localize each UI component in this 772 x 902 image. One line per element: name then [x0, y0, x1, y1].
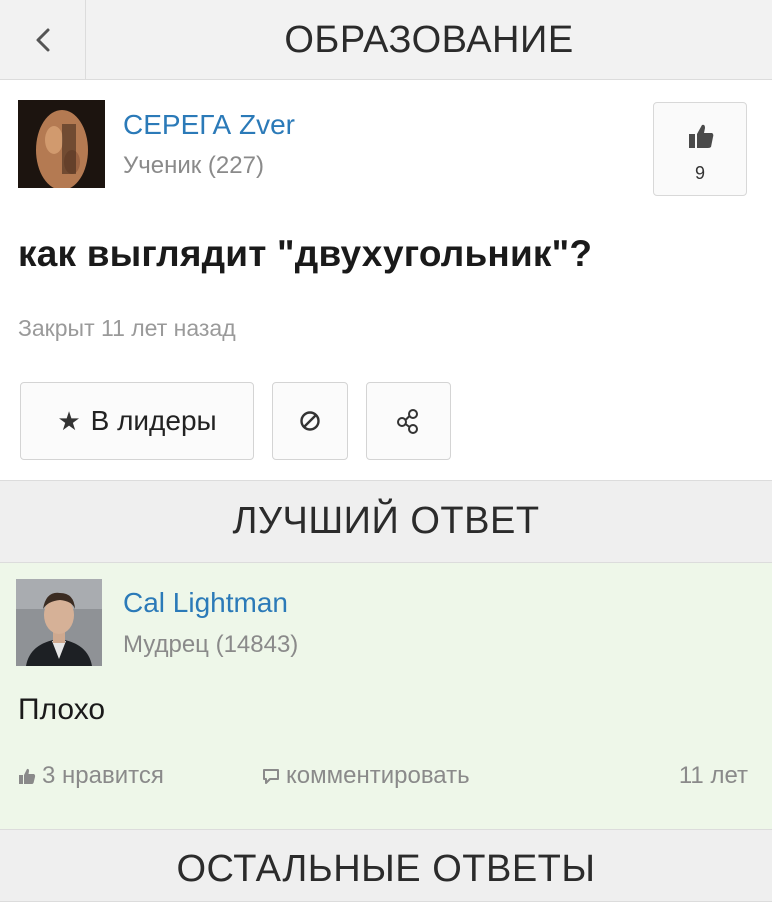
thumbs-up-icon	[19, 768, 36, 784]
answer-footer: 3 нравится комментировать 11 лет	[0, 758, 772, 798]
comment-button[interactable]: комментировать	[262, 762, 470, 790]
thumbs-up-icon	[689, 124, 714, 148]
block-icon	[300, 411, 320, 431]
best-answer-card: Cal Lightman Мудрец (14843) Плохо 3 нрав…	[0, 563, 772, 829]
like-count: 9	[694, 163, 705, 183]
question-card: СЕРЕГА Zver Ученик (227) 9 как выглядит …	[0, 81, 772, 480]
question-title: как выглядит "двухугольник"?	[18, 233, 593, 274]
author-name[interactable]: Cal Lightman	[123, 587, 288, 619]
share-icon	[396, 409, 418, 434]
question-status: Закрыт 11 лет назад	[18, 315, 236, 341]
answer-age: 11 лет	[678, 762, 748, 789]
chevron-left-icon	[36, 28, 49, 52]
other-answers-header: ОСТАЛЬНЫЕ ОТВЕТЫ	[0, 829, 772, 902]
best-answer-header: ЛУЧШИЙ ОТВЕТ	[0, 480, 772, 563]
like-button[interactable]: 9	[653, 102, 747, 196]
like-answer-button[interactable]: 3 нравится	[18, 762, 164, 790]
top-bar: ОБРАЗОВАНИЕ	[0, 0, 772, 80]
star-icon: ★	[57, 405, 81, 436]
leaders-button[interactable]: ★ В лидеры	[20, 382, 254, 460]
back-button[interactable]	[0, 0, 86, 80]
page-title: ОБРАЗОВАНИЕ	[284, 18, 574, 61]
avatar[interactable]	[18, 100, 105, 188]
share-button[interactable]	[366, 382, 451, 460]
author-name[interactable]: СЕРЕГА Zver	[123, 109, 295, 141]
author-rank: Ученик (227)	[123, 152, 264, 179]
comment-icon	[263, 769, 279, 784]
avatar[interactable]	[16, 579, 102, 666]
comment-label: комментировать	[286, 762, 470, 789]
author-rank: Мудрец (14843)	[123, 631, 299, 658]
answer-text: Плохо	[18, 693, 106, 726]
report-button[interactable]	[272, 382, 348, 460]
leaders-label: В лидеры	[90, 405, 217, 436]
likes-count: 3 нравится	[42, 762, 164, 789]
